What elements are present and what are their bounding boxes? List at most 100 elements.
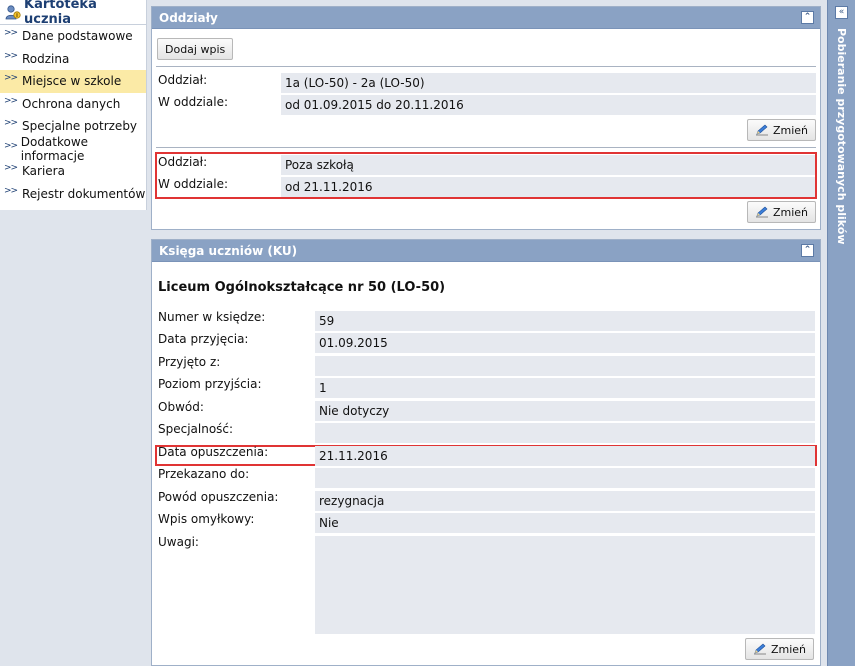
field-label: Wpis omyłkowy: [158,512,255,526]
sidebar-item-label: Rejestr dokumentów [22,186,146,201]
pencil-icon [755,124,769,136]
entry-w-oddziale-label: W oddziale: [158,95,228,109]
ku-field-label: Przekazano do: [158,467,249,481]
ku-field-value: 59 [315,311,815,331]
ku-field-label: Przyjęto z: [158,355,220,369]
field-label: Numer w księdze: [158,310,266,324]
field-label: Data przyjęcia: [158,332,249,346]
change-button[interactable]: Zmień [746,201,816,223]
change-button-label: Zmień [772,205,808,219]
sidebar-item-label: Kariera [22,164,65,179]
pencil-icon [753,643,767,655]
field-value: 1a (LO-50) - 2a (LO-50) [285,76,425,90]
double-chevron-icon: >> [4,185,18,196]
sidebar-item-label: Dodatkowe informacje [20,134,89,163]
ku-field-value [315,468,815,488]
double-chevron-icon: >> [4,95,18,106]
highlight-box [155,152,817,199]
panel-title: Oddziały [159,10,218,25]
sidebar-item-rodzina[interactable]: >> Rodzina [0,48,146,71]
sidebar-item-label: Specjalne potrzeby [22,119,138,134]
change-button[interactable]: Zmień [746,119,816,141]
field-label: Data opuszczenia: [158,445,269,459]
school-name: Liceum Ogólnokształcące nr 50 (LO-50) [158,280,445,295]
collapse-up-icon[interactable]: ⌃ [801,244,814,257]
sidebar-item-label: Ochrona danych [22,96,121,111]
field-label: Przekazano do: [158,467,250,481]
double-chevron-icon: >> [4,118,18,129]
field-label: Poziom przyjścia: [158,377,262,391]
add-entry-button[interactable]: Dodaj wpis [157,38,234,60]
ku-field-value: 21.11.2016 [315,446,815,466]
field-label: Powód opuszczenia: [158,490,279,504]
sidebar-item-miejsce-w-szkole[interactable]: >> Miejsce w szkole [0,70,146,93]
sidebar-item-kariera[interactable]: >> Kariera [0,160,146,183]
double-chevron-icon: >> [4,28,18,39]
sidebar-header: i Kartoteka ucznia [0,0,146,27]
change-button[interactable]: Zmień [744,638,814,660]
ksiega-panel-header: Księga uczniów (KU) ⌃ [152,240,820,262]
field-value: 01.09.2015 [319,336,388,350]
ku-field-label: Obwód: [158,400,204,414]
pencil-icon [755,206,769,218]
expand-icon[interactable]: « [835,6,848,19]
double-chevron-icon: >> [4,73,18,84]
ku-field-label: Powód opuszczenia: [158,490,278,504]
school-name-text: Liceum Ogólnokształcące nr 50 (LO-50) [158,280,446,295]
sidebar-item-dodatkowe-informacje[interactable]: >> Dodatkowe informacje [0,134,146,163]
sidebar-item-label: Rodzina [22,51,70,66]
field-value: Nie dotyczy [319,404,390,418]
sidebar-title: Kartoteka ucznia [24,0,97,27]
field-value: od 01.09.2015 do 20.11.2016 [285,98,464,112]
field-label: W oddziale: [158,95,229,109]
ku-field-label: Poziom przyjścia: [158,377,262,391]
sidebar-item-dane-podstawowe[interactable]: >> Dane podstawowe [0,25,146,48]
ksiega-panel: Księga uczniów (KU) ⌃ Liceum Ogólnokszta… [151,239,821,666]
ku-field-value [315,536,815,634]
divider [156,66,816,67]
svg-text:i: i [16,13,18,19]
ku-field-value [315,356,815,376]
oddzialy-panel-header: Oddziały ⌃ [152,7,820,29]
double-chevron-icon: >> [4,163,18,174]
sidebar-item-rejestr-dokumentow[interactable]: >> Rejestr dokumentów [0,183,146,206]
ku-field-value: 01.09.2015 [315,333,815,353]
field-value: rezygnacja [319,494,385,508]
field-label: Obwód: [158,400,204,414]
change-button-label: Zmień [770,642,806,656]
ku-field-value: rezygnacja [315,491,815,511]
field-value: 21.11.2016 [319,449,388,463]
files-panel-collapsed[interactable]: « Pobieranie przygotowanych plików [827,0,855,666]
add-entry-button-label: Dodaj wpis [165,42,226,56]
oddzialy-panel: Oddziały ⌃ Dodaj wpis Oddział: 1a (LO-50… [151,6,821,230]
field-value: Nie [319,516,339,530]
ku-field-label: Uwagi: [158,535,199,549]
sidebar: i Kartoteka ucznia >> Dane podstawowe >>… [0,0,147,210]
ku-field-value [315,423,815,443]
panel-title: Księga uczniów (KU) [159,243,298,258]
entry-w-oddziale-value: od 01.09.2015 do 20.11.2016 [281,95,816,115]
sidebar-item-label: Miejsce w szkole [22,74,122,89]
ku-field-value: 1 [315,378,815,398]
student-card-icon: i [5,4,21,20]
entry-oddzial-label: Oddział: [158,73,207,87]
files-panel-title: Pobieranie przygotowanych plików [835,28,848,245]
ku-field-label: Wpis omyłkowy: [158,512,254,526]
divider [156,147,816,148]
sidebar-item-ochrona-danych[interactable]: >> Ochrona danych [0,93,146,116]
collapse-up-icon[interactable]: ⌃ [801,11,814,24]
change-button-label: Zmień [772,123,808,137]
sidebar-item-label: Dane podstawowe [22,29,133,44]
ku-field-label: Numer w księdze: [158,310,265,324]
ku-field-label: Data opuszczenia: [158,445,268,459]
field-value: 59 [319,314,335,328]
ku-field-label: Specjalność: [158,422,233,436]
double-chevron-icon: >> [4,140,18,151]
ku-field-label: Data przyjęcia: [158,332,248,346]
field-label: Specjalność: [158,422,234,436]
ku-field-value: Nie dotyczy [315,401,815,421]
field-label: Przyjęto z: [158,355,221,369]
field-label: Oddział: [158,73,208,87]
field-value: 1 [319,381,327,395]
double-chevron-icon: >> [4,50,18,61]
